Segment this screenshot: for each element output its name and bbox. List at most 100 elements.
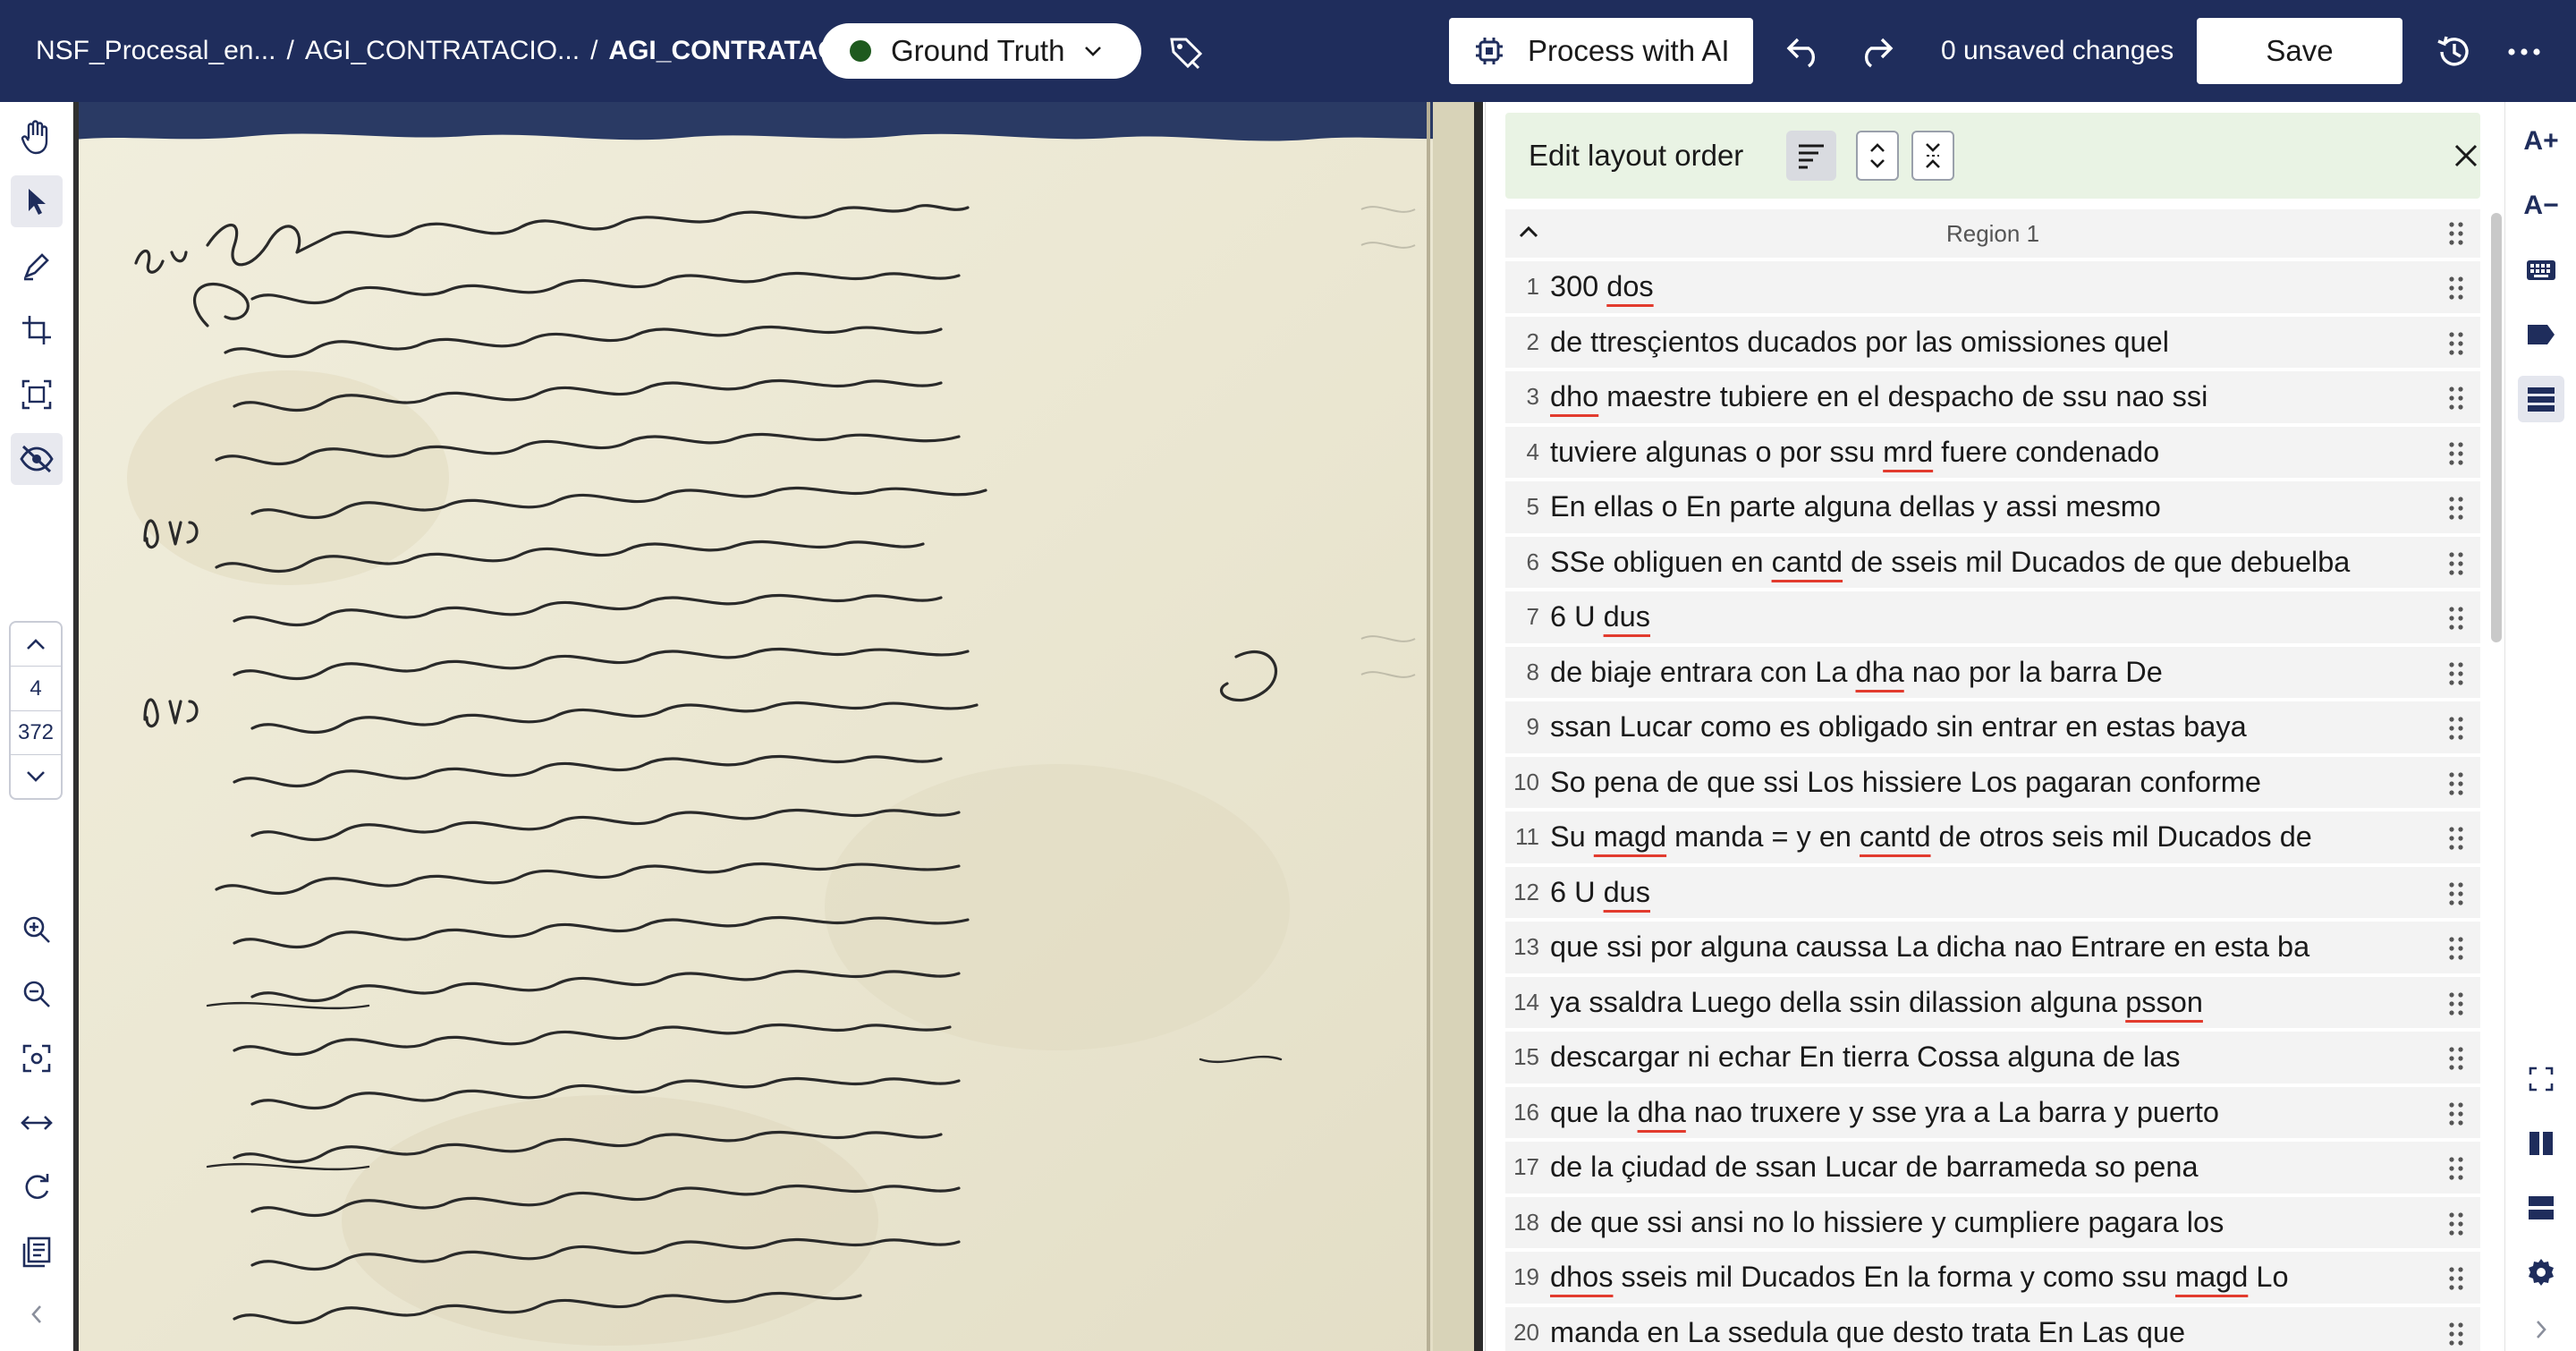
panel-scrollbar-thumb[interactable] xyxy=(2491,213,2502,642)
transcription-line[interactable]: 18 de que ssi ansi no lo hissiere y cumpl… xyxy=(1505,1196,2480,1252)
chevron-up-icon[interactable] xyxy=(1518,220,1539,251)
line-text[interactable]: 300 dos xyxy=(1546,270,1654,303)
drag-handle-icon[interactable] xyxy=(2448,496,2464,525)
tag-icon[interactable] xyxy=(1168,34,1204,70)
line-text[interactable]: de ttresçientos ducados por las omission… xyxy=(1546,326,2169,359)
settings-icon[interactable] xyxy=(2518,1249,2564,1296)
line-text[interactable]: de que ssi ansi no lo hissiere y cumplie… xyxy=(1546,1206,2224,1239)
drag-handle-icon[interactable] xyxy=(2448,386,2464,415)
next-page-button[interactable] xyxy=(11,755,61,798)
label-icon[interactable] xyxy=(2518,311,2564,358)
line-text[interactable]: tuviere algunas o por ssu mrd fuere cond… xyxy=(1546,436,2159,469)
line-text[interactable]: ssan Lucar como es obligado sin entrar e… xyxy=(1546,710,2247,743)
fit-width-icon[interactable] xyxy=(11,1097,63,1149)
zoom-out-icon[interactable] xyxy=(11,968,63,1020)
layout-order-icon[interactable] xyxy=(2518,376,2564,422)
book-icon[interactable] xyxy=(11,1226,63,1278)
transcription-line[interactable]: 12 6 U dus xyxy=(1505,866,2480,922)
status-dropdown[interactable]: Ground Truth xyxy=(821,23,1141,79)
drag-handle-icon[interactable] xyxy=(2448,716,2464,745)
drag-handle-icon[interactable] xyxy=(2448,826,2464,855)
transcription-line[interactable]: 15 descargar ni echar En tierra Cossa alg… xyxy=(1505,1032,2480,1087)
drag-handle-icon[interactable] xyxy=(2448,606,2464,635)
line-text[interactable]: que la dha nao truxere y sse yra a La ba… xyxy=(1546,1096,2219,1129)
process-with-ai-button[interactable]: Process with AI xyxy=(1449,18,1753,84)
transcription-line[interactable]: 2 de ttresçientos ducados por las omissio… xyxy=(1505,316,2480,371)
line-text[interactable]: So pena de que ssi Los hissiere Los paga… xyxy=(1546,766,2261,799)
font-increase-icon[interactable]: A+ xyxy=(2518,118,2564,165)
line-text[interactable]: manda en La ssedula que desto trata En L… xyxy=(1546,1316,2185,1349)
history-icon[interactable] xyxy=(2435,32,2474,76)
chevron-right-icon[interactable] xyxy=(2518,1306,2564,1351)
line-text[interactable]: descargar ni echar En tierra Cossa algun… xyxy=(1546,1041,2181,1074)
collapse-all-button[interactable] xyxy=(1911,131,1954,181)
drag-handle-icon[interactable] xyxy=(2448,991,2464,1021)
drag-handle-icon[interactable] xyxy=(2448,1156,2464,1185)
save-button[interactable]: Save xyxy=(2197,18,2402,84)
more-options-icon[interactable] xyxy=(2504,32,2544,76)
drag-handle-icon[interactable] xyxy=(2448,1211,2464,1241)
previous-page-button[interactable] xyxy=(11,623,61,666)
hand-icon[interactable] xyxy=(11,111,63,163)
line-text[interactable]: dhos sseis mil Ducados En la forma y com… xyxy=(1546,1261,2289,1294)
line-text[interactable]: dho maestre tubiere en el despacho de ss… xyxy=(1546,380,2207,413)
drag-handle-icon[interactable] xyxy=(2448,661,2464,691)
drag-handle-icon[interactable] xyxy=(2448,276,2464,305)
fullscreen-icon[interactable] xyxy=(2518,1056,2564,1102)
breadcrumb-item-folder[interactable]: AGI_CONTRATACIO... xyxy=(305,36,580,66)
transcription-line[interactable]: 14 ya ssaldra Luego della ssin dilassion … xyxy=(1505,976,2480,1032)
close-icon[interactable] xyxy=(2452,141,2480,170)
drag-handle-icon[interactable] xyxy=(2448,331,2464,361)
transcription-line[interactable]: 20 manda en La ssedula que desto trata En… xyxy=(1505,1306,2480,1351)
line-text[interactable]: 6 U dus xyxy=(1546,600,1650,633)
drag-handle-icon[interactable] xyxy=(2448,936,2464,965)
transcription-line[interactable]: 5 En ellas o En parte alguna dellas y ass… xyxy=(1505,481,2480,537)
transcription-line[interactable]: 76 U dus xyxy=(1505,591,2480,647)
pen-icon[interactable] xyxy=(11,240,63,292)
two-column-icon[interactable] xyxy=(2518,1120,2564,1167)
select-region-icon[interactable] xyxy=(11,369,63,421)
transcription-line[interactable]: 13 que ssi por alguna caussa La dicha nao… xyxy=(1505,922,2480,977)
expand-all-button[interactable] xyxy=(1856,131,1899,181)
pointer-icon[interactable] xyxy=(11,175,63,227)
fit-screen-icon[interactable] xyxy=(11,1032,63,1084)
rotate-icon[interactable] xyxy=(11,1161,63,1213)
zoom-in-icon[interactable] xyxy=(11,904,63,956)
transcription-line[interactable]: 11 Su magd manda = y en cantd de otros se… xyxy=(1505,811,2480,867)
line-text[interactable]: Su magd manda = y en cantd de otros seis… xyxy=(1546,820,2312,854)
split-view-icon[interactable] xyxy=(2518,1185,2564,1231)
transcription-line[interactable]: 3 dho maestre tubiere en el despacho de s… xyxy=(1505,371,2480,427)
transcription-line[interactable]: 8 de biaje entrara con La dha nao por la … xyxy=(1505,646,2480,701)
transcription-line[interactable]: 19 dhos sseis mil Ducados En la forma y c… xyxy=(1505,1252,2480,1307)
sort-lines-button[interactable] xyxy=(1786,131,1836,181)
crop-icon[interactable] xyxy=(11,304,63,356)
line-text[interactable]: En ellas o En parte alguna dellas y assi… xyxy=(1546,490,2161,523)
drag-handle-icon[interactable] xyxy=(2448,881,2464,911)
current-page-number[interactable]: 4 xyxy=(11,666,61,710)
transcription-line[interactable]: 10 So pena de que ssi Los hissiere Los pa… xyxy=(1505,756,2480,811)
keyboard-icon[interactable] xyxy=(2518,247,2564,293)
transcription-line[interactable]: 17 de la çiudad de ssan Lucar de barramed… xyxy=(1505,1142,2480,1197)
drag-handle-icon[interactable] xyxy=(2448,551,2464,581)
manuscript-image-viewer[interactable] xyxy=(73,102,1483,1351)
drag-handle-icon[interactable] xyxy=(2448,1101,2464,1131)
line-text[interactable]: SSe obliguen en cantd de sseis mil Ducad… xyxy=(1546,546,2350,579)
line-text[interactable]: 6 U dus xyxy=(1546,876,1650,909)
transcription-line[interactable]: 16 que la dha nao truxere y sse yra a La … xyxy=(1505,1086,2480,1142)
transcription-line[interactable]: 6 SSe obliguen en cantd de sseis mil Duca… xyxy=(1505,536,2480,591)
drag-handle-icon[interactable] xyxy=(2448,1321,2464,1351)
line-text[interactable]: que ssi por alguna caussa La dicha nao E… xyxy=(1546,930,2309,964)
region-header[interactable]: Region 1 xyxy=(1505,209,2480,258)
undo-icon[interactable] xyxy=(1785,34,1823,72)
drag-handle-icon[interactable] xyxy=(2448,441,2464,471)
visibility-off-icon[interactable] xyxy=(11,433,63,485)
transcription-line[interactable]: 1 300 dos xyxy=(1505,261,2480,317)
font-decrease-icon[interactable]: A− xyxy=(2518,183,2564,229)
line-text[interactable]: ya ssaldra Luego della ssin dilassion al… xyxy=(1546,986,2203,1019)
breadcrumb-item-collection[interactable]: NSF_Procesal_en... xyxy=(36,36,275,66)
drag-handle-icon[interactable] xyxy=(2448,1266,2464,1296)
line-text[interactable]: de biaje entrara con La dha nao por la b… xyxy=(1546,656,2163,689)
line-text[interactable]: de la çiudad de ssan Lucar de barrameda … xyxy=(1546,1151,2199,1184)
transcription-line[interactable]: 9 ssan Lucar como es obligado sin entrar … xyxy=(1505,701,2480,757)
transcription-line[interactable]: 4 tuviere algunas o por ssu mrd fuere con… xyxy=(1505,426,2480,481)
